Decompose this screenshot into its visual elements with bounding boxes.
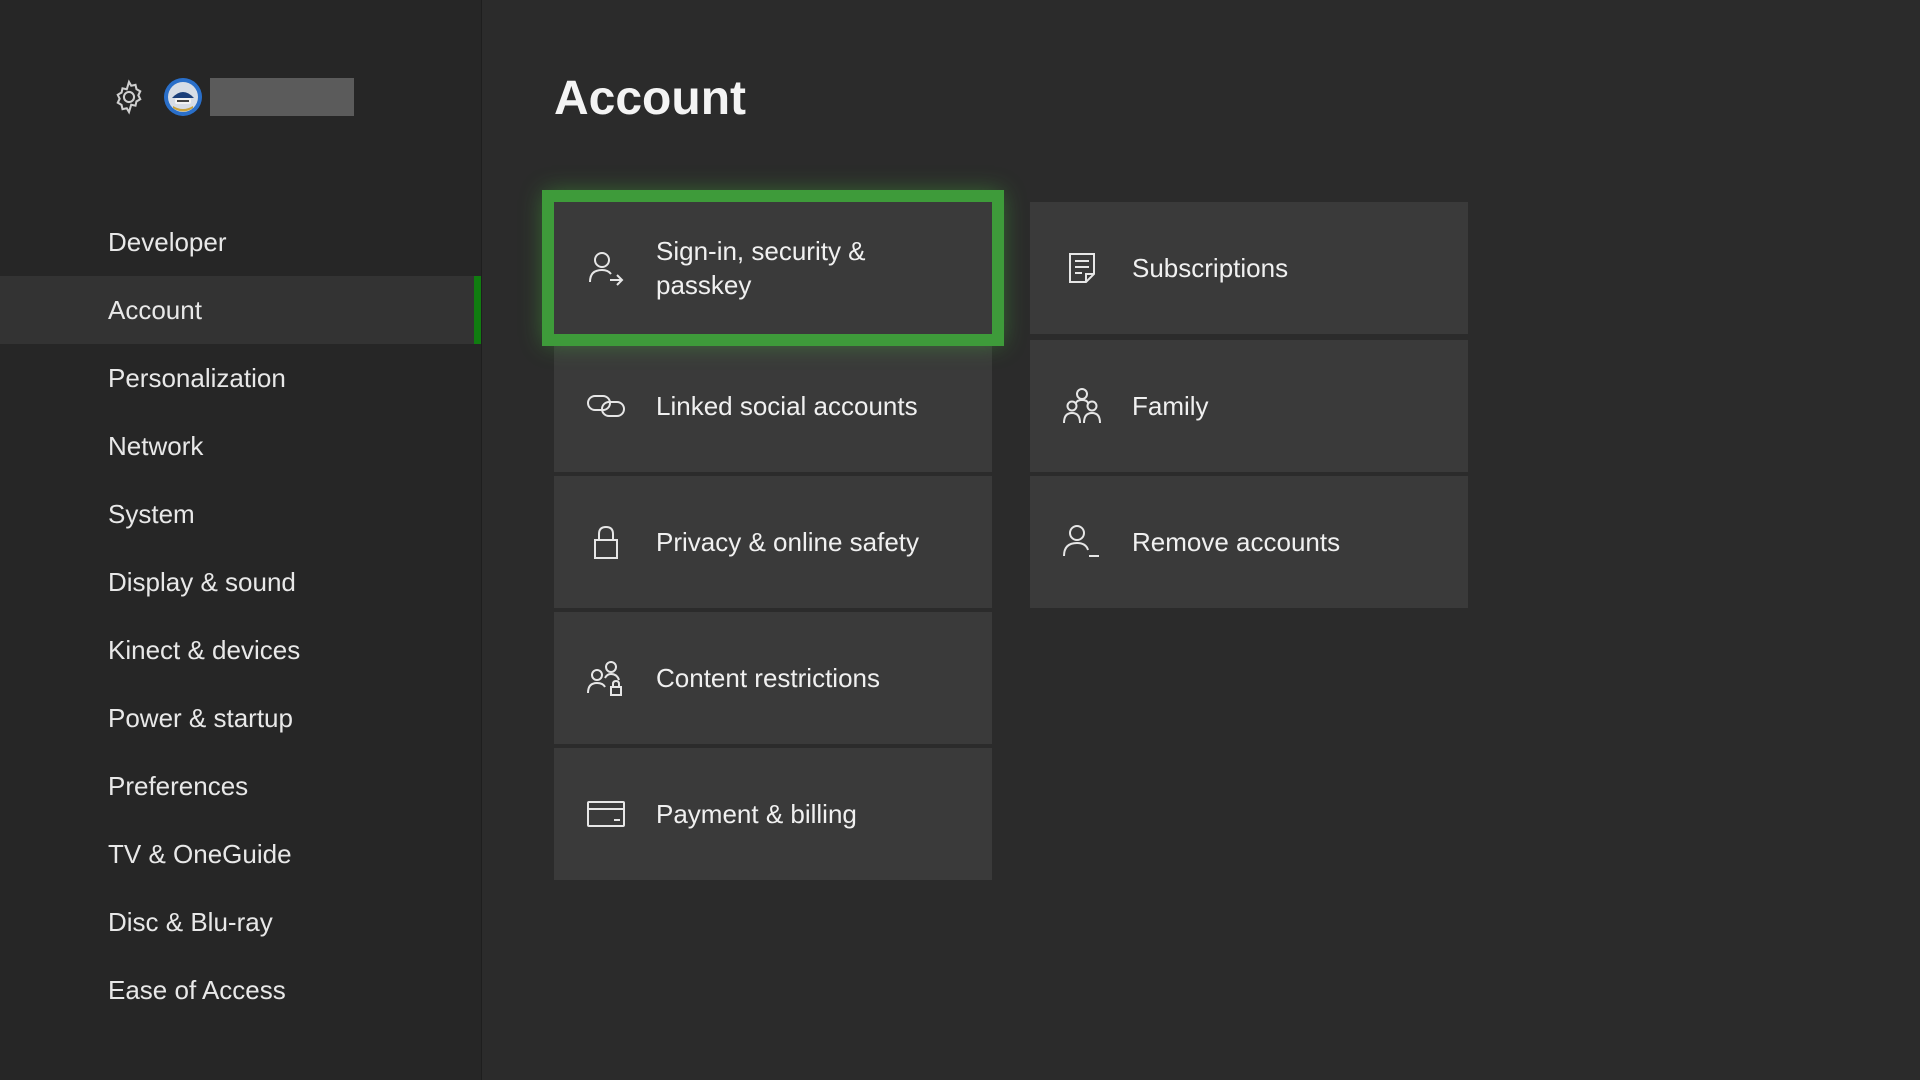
sidebar-item-power-startup[interactable]: Power & startup (0, 684, 481, 752)
person-minus-icon (1062, 522, 1102, 562)
sidebar-item-account[interactable]: Account (0, 276, 481, 344)
family-icon (1062, 386, 1102, 426)
sidebar-item-ease-of-access[interactable]: Ease of Access (0, 956, 481, 1024)
sidebar-item-personalization[interactable]: Personalization (0, 344, 481, 412)
tile-label: Payment & billing (656, 799, 857, 829)
sidebar-item-system[interactable]: System (0, 480, 481, 548)
avatar[interactable] (164, 78, 202, 116)
settings-nav: Developer Account Personalization Networ… (0, 208, 481, 1024)
tile-subscriptions[interactable]: Subscriptions (1030, 202, 1468, 334)
gamertag-redacted (210, 78, 354, 116)
tile-label: Sign-in, security & passkey (656, 236, 866, 300)
people-lock-icon (586, 658, 626, 698)
tile-label: Family (1132, 391, 1209, 421)
person-arrow-icon (586, 248, 626, 288)
sidebar-item-tv-oneguide[interactable]: TV & OneGuide (0, 820, 481, 888)
sidebar-item-kinect-devices[interactable]: Kinect & devices (0, 616, 481, 684)
sidebar: Developer Account Personalization Networ… (0, 0, 482, 1080)
tile-privacy-online-safety[interactable]: Privacy & online safety (554, 476, 992, 608)
tile-label: Remove accounts (1132, 527, 1341, 557)
tile-label: Content restrictions (656, 663, 880, 693)
sidebar-item-disc-bluray[interactable]: Disc & Blu-ray (0, 888, 481, 956)
document-list-icon (1062, 248, 1102, 288)
tile-family[interactable]: Family (1030, 340, 1468, 472)
tile-label: Privacy & online safety (656, 527, 920, 557)
sidebar-item-network[interactable]: Network (0, 412, 481, 480)
gear-icon (110, 78, 148, 116)
profile-area (110, 78, 354, 116)
tile-label: Linked social accounts (656, 391, 918, 421)
tile-sign-in-security[interactable]: Sign-in, security & passkey (542, 190, 1004, 346)
tile-linked-social-accounts[interactable]: Linked social accounts (554, 340, 992, 472)
credit-card-icon (586, 794, 626, 834)
tile-content-restrictions[interactable]: Content restrictions (554, 612, 992, 744)
sidebar-item-developer[interactable]: Developer (0, 208, 481, 276)
link-icon (586, 386, 626, 426)
page-title: Account (554, 72, 746, 125)
sidebar-item-display-sound[interactable]: Display & sound (0, 548, 481, 616)
lock-icon (586, 522, 626, 562)
tile-label: Subscriptions (1132, 253, 1289, 283)
sidebar-item-preferences[interactable]: Preferences (0, 752, 481, 820)
tile-payment-billing[interactable]: Payment & billing (554, 748, 992, 880)
tile-remove-accounts[interactable]: Remove accounts (1030, 476, 1468, 608)
